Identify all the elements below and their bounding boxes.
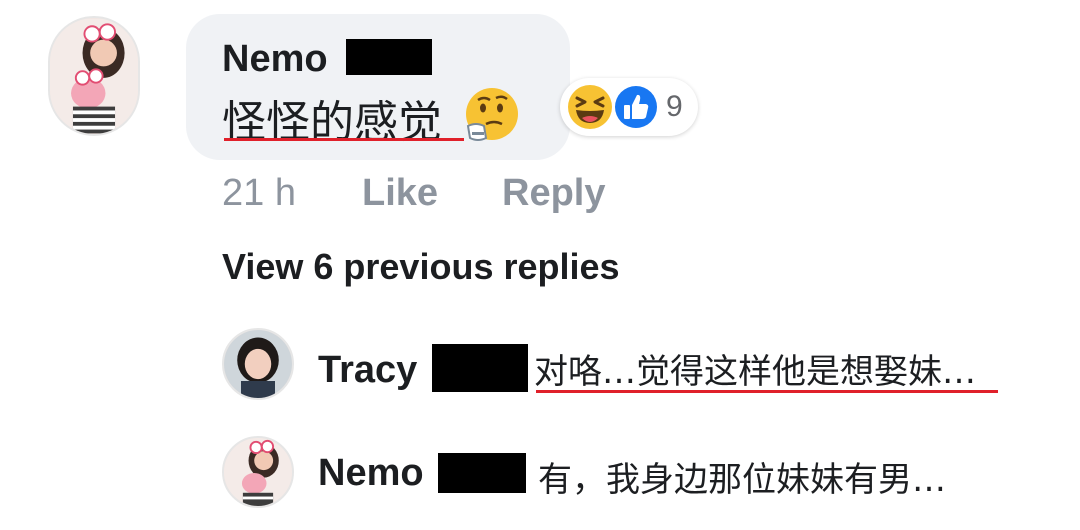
avatar-nemo[interactable]	[48, 16, 140, 136]
avatar-image	[224, 330, 292, 398]
redaction-block	[346, 39, 433, 75]
avatar-image	[50, 18, 138, 134]
reply-author-nemo[interactable]: Nemo	[318, 452, 527, 495]
thumbs-up-icon	[613, 84, 659, 130]
comment-timestamp[interactable]: 21 h	[222, 172, 296, 215]
reply-button[interactable]: Reply	[502, 172, 605, 215]
reactions-summary[interactable]: 9	[560, 78, 698, 136]
comment-text-underline	[224, 138, 464, 141]
laughing-face-icon	[568, 85, 612, 129]
reply-text-underline	[536, 390, 998, 393]
redaction-block	[431, 344, 528, 392]
avatar-nemo-reply[interactable]	[222, 436, 294, 508]
comment-author[interactable]: Nemo	[222, 38, 433, 81]
reply-author-tracy[interactable]: Tracy	[318, 344, 528, 392]
comment-author-name[interactable]: Nemo	[222, 38, 328, 80]
thinking-face-icon	[466, 88, 518, 141]
reaction-count: 9	[666, 90, 683, 123]
reply-text: 对咯…觉得这样他是想娶妹…	[534, 352, 976, 392]
redaction-block	[438, 453, 527, 493]
avatar-image	[224, 438, 292, 506]
like-button[interactable]: Like	[362, 172, 438, 215]
avatar-tracy[interactable]	[222, 328, 294, 400]
reply-author-name[interactable]: Tracy	[318, 349, 417, 391]
reply-author-name[interactable]: Nemo	[318, 452, 424, 494]
view-previous-replies-link[interactable]: View 6 previous replies	[222, 246, 620, 288]
reply-text: 有，我身边那位妹妹有男…	[538, 460, 946, 500]
